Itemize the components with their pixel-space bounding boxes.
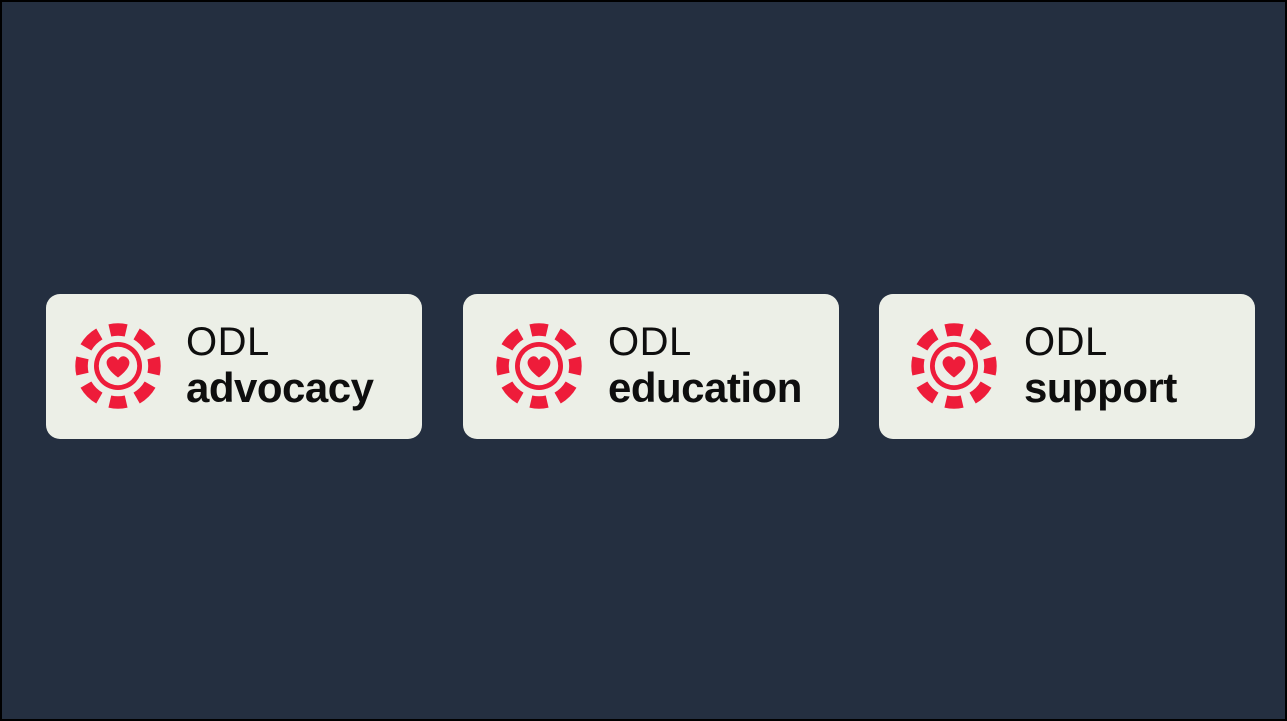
heart-target-icon [911,323,997,409]
brand-label: ODL [186,320,270,364]
badge-support: ODL support [879,294,1255,439]
brand-label: ODL [608,320,692,364]
badge-education: ODL education [463,294,839,439]
badge-advocacy: ODL advocacy [46,294,422,439]
badge-word: education [608,364,802,411]
heart-target-icon [75,323,161,409]
brand-label: ODL [1024,320,1108,364]
badge-word: advocacy [186,364,374,411]
heart-target-icon [496,323,582,409]
slide-canvas: ODL advocacy ODL education ODL support [0,0,1287,721]
badge-word: support [1024,364,1177,411]
